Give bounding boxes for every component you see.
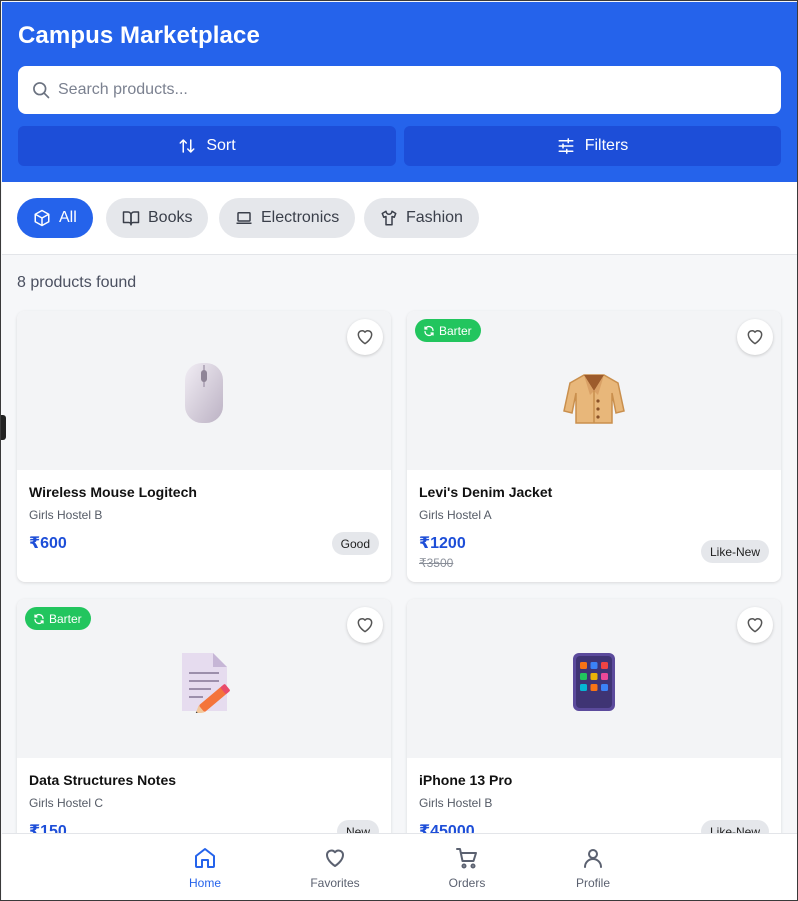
book-icon <box>122 211 140 226</box>
nav-favorites[interactable]: Favorites <box>295 846 375 890</box>
refresh-icon <box>34 613 44 624</box>
refresh-icon <box>424 325 434 336</box>
laptop-icon <box>236 212 252 224</box>
product-card[interactable]: Wireless Mouse Logitech Girls Hostel B ₹… <box>17 311 391 582</box>
category-label: Books <box>148 209 193 226</box>
user-icon <box>584 849 602 868</box>
product-image-area <box>17 311 391 470</box>
heart-icon <box>357 618 373 633</box>
condition-badge: Good <box>331 532 379 555</box>
heart-icon <box>357 330 373 345</box>
filters-button[interactable]: Filters <box>404 126 781 166</box>
condition-badge: Like-New <box>700 540 769 563</box>
nav-profile[interactable]: Profile <box>553 846 633 890</box>
nav-label: Home <box>188 876 221 890</box>
nav-label: Profile <box>575 876 610 890</box>
box-icon <box>34 209 50 227</box>
barter-label: Barter <box>439 323 472 338</box>
product-title: iPhone 13 Pro <box>419 772 513 788</box>
favorite-button[interactable] <box>737 319 773 355</box>
app-title: Campus Marketplace <box>18 22 260 49</box>
product-title: Levi's Denim Jacket <box>419 484 553 500</box>
search-bar[interactable] <box>18 66 781 114</box>
memo-icon <box>182 653 230 713</box>
coat-icon <box>563 374 625 424</box>
category-chip-fashion[interactable]: Fashion <box>364 198 479 238</box>
heart-icon <box>326 849 344 867</box>
results-count: 8 products found <box>17 274 137 291</box>
mouse-icon <box>185 363 223 423</box>
barter-badge: Barter <box>25 607 91 630</box>
nav-home[interactable]: Home <box>165 846 245 890</box>
product-location: Girls Hostel C <box>29 796 104 810</box>
product-image-area <box>407 599 781 758</box>
product-card[interactable]: iPhone 13 Pro Girls Hostel B ₹45000 Like… <box>407 599 781 870</box>
cart-icon <box>456 848 477 869</box>
category-bar: All Books Electronics Fashion <box>2 182 797 255</box>
nav-label: Favorites <box>310 876 360 890</box>
barter-badge: Barter <box>415 319 481 342</box>
category-label: Electronics <box>261 209 340 226</box>
search-icon <box>33 82 50 99</box>
heart-icon <box>747 618 763 633</box>
search-input[interactable] <box>58 66 758 114</box>
shirt-icon <box>381 210 397 226</box>
product-card[interactable]: Barter Levi's Denim Jacket Girls Hostel … <box>407 311 781 582</box>
favorite-button[interactable] <box>347 319 383 355</box>
category-label: All <box>59 209 77 226</box>
sort-arrows-icon <box>179 139 195 153</box>
nav-orders[interactable]: Orders <box>427 846 507 890</box>
barter-label: Barter <box>49 611 82 626</box>
bottom-nav: Home Favorites Orders Profile <box>2 833 797 900</box>
category-chip-all[interactable]: All <box>17 198 93 238</box>
category-chip-electronics[interactable]: Electronics <box>219 198 356 238</box>
product-location: Girls Hostel B <box>419 796 493 810</box>
product-location: Girls Hostel B <box>29 508 103 522</box>
favorite-button[interactable] <box>737 607 773 643</box>
product-location: Girls Hostel A <box>419 508 492 522</box>
home-icon <box>195 848 215 868</box>
product-title: Data Structures Notes <box>29 772 177 788</box>
sort-button[interactable]: Sort <box>18 126 396 166</box>
edge-handle[interactable] <box>1 415 6 440</box>
sliders-icon <box>558 138 574 154</box>
product-title: Wireless Mouse Logitech <box>29 484 197 500</box>
category-label: Fashion <box>406 209 463 226</box>
category-chip-books[interactable]: Books <box>106 198 209 238</box>
product-price: ₹1200 <box>419 535 466 552</box>
heart-icon <box>747 330 763 345</box>
product-price: ₹600 <box>29 535 67 552</box>
favorite-button[interactable] <box>347 607 383 643</box>
product-original-price: ₹3500 <box>419 556 454 570</box>
filters-label: Filters <box>584 137 629 154</box>
sort-label: Sort <box>206 137 236 154</box>
header: Campus Marketplace Sort Filters <box>2 2 797 182</box>
app-frame: Campus Marketplace Sort Filters All Book… <box>0 0 798 901</box>
phone-icon <box>573 653 615 711</box>
product-card[interactable]: Barter Data Structures Notes Girls Hoste… <box>17 599 391 870</box>
nav-label: Orders <box>448 876 486 890</box>
